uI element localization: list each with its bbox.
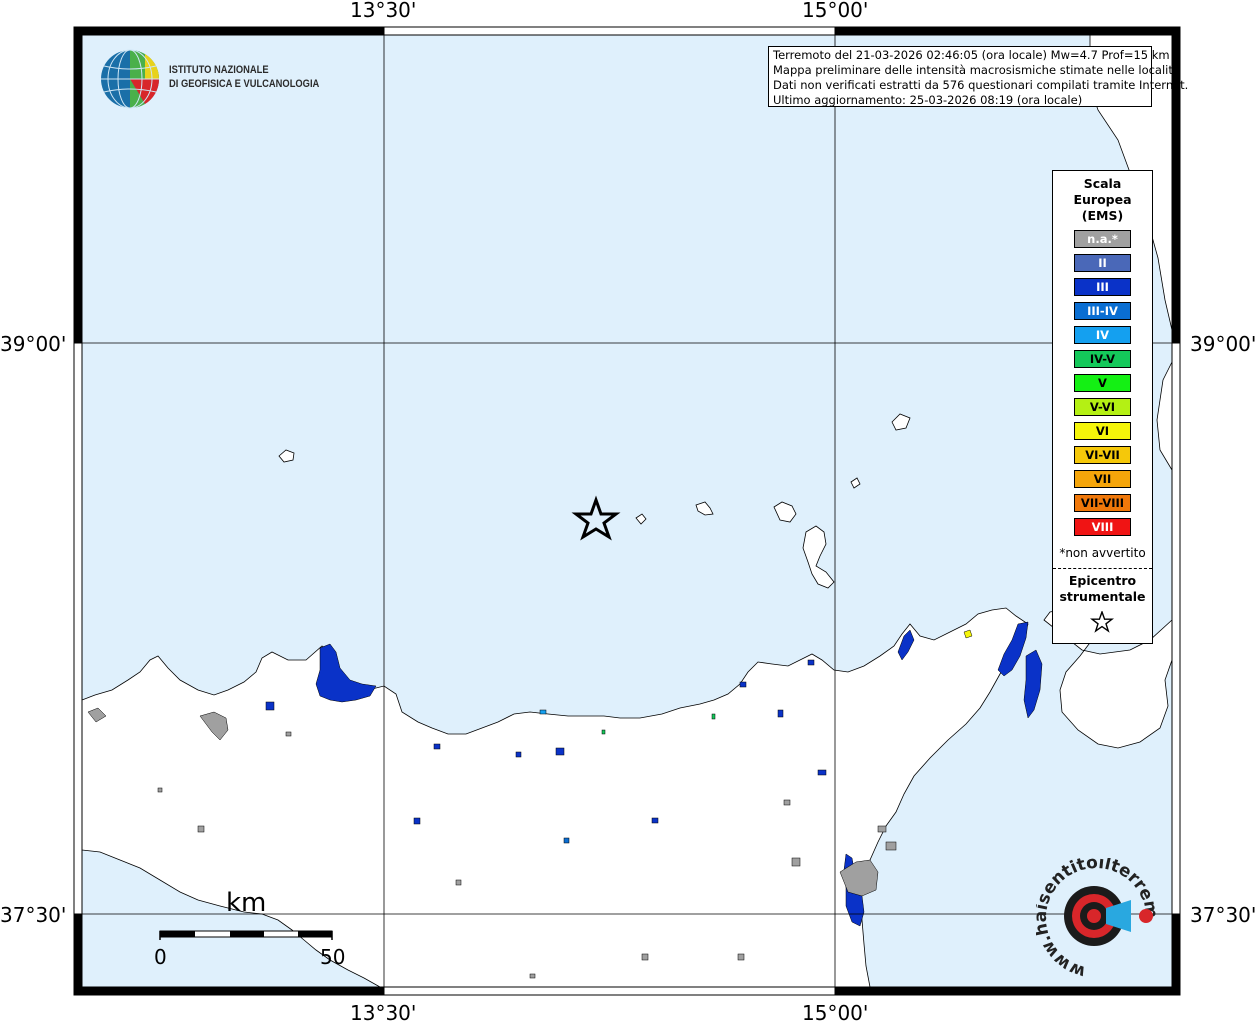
scale-end: 50 (320, 945, 346, 969)
scale-unit: km (226, 888, 267, 918)
legend-item-iii: III (1074, 278, 1131, 296)
legend-note: *non avvertito (1059, 546, 1146, 560)
legend-item-v-vi: V-VI (1074, 398, 1131, 416)
event-info-line1: Terremoto del 21-03-2026 02:46:05 (ora l… (773, 48, 1170, 62)
ingv-name-line2: DI GEOFISICA E VULCANOLOGIA (169, 78, 320, 90)
legend-item-vi-vii: VI-VII (1074, 446, 1131, 464)
legend-title-line1: Scala (1083, 176, 1122, 191)
legend-title-line3: (EMS) (1081, 208, 1124, 223)
event-info-line2: Mappa preliminare delle intensità macros… (773, 63, 1180, 77)
ingv-name: ISTITUTO NAZIONALE DI GEOFISICA E VULCAN… (169, 63, 319, 91)
legend-item-vii-viii: VII-VIII (1074, 494, 1131, 512)
left-tick-3730: 37°30' (0, 903, 67, 927)
legend-item-ii: II (1074, 254, 1131, 272)
legend-star-icon (1090, 611, 1114, 633)
legend-title: Scala Europea (EMS) (1053, 176, 1152, 224)
right-tick-3900: 39°00' (1190, 332, 1255, 356)
top-tick-1500: 15°00' (802, 0, 869, 22)
ingv-name-line1: ISTITUTO NAZIONALE (169, 64, 269, 76)
ingv-globe-logo (101, 49, 160, 109)
legend-item-vii: VII (1074, 470, 1131, 488)
right-tick-3730: 37°30' (1190, 903, 1255, 927)
legend-item-n-a: n.a.* (1074, 230, 1131, 248)
legend-separator (1053, 568, 1152, 569)
legend-item-viii: VIII (1074, 518, 1131, 536)
legend-title-line2: Europea (1073, 192, 1132, 207)
legend-epicentre-line1: Epicentro (1068, 573, 1137, 588)
legend-epicentre-line2: strumentale (1059, 589, 1146, 604)
legend-item-iv-v: IV-V (1074, 350, 1131, 368)
legend-item-iii-iv: III-IV (1074, 302, 1131, 320)
top-tick-1330: 13°30' (350, 0, 417, 22)
event-info-line4: Ultimo aggiornamento: 25-03-2026 08:19 (… (773, 93, 1083, 107)
event-info-box: Terremoto del 21-03-2026 02:46:05 (ora l… (768, 46, 1189, 107)
legend-item-vi: VI (1074, 422, 1131, 440)
left-tick-3900: 39°00' (0, 332, 67, 356)
ems-legend: Scala Europea (EMS) n.a.* II III III-IV IV IV… (1052, 170, 1153, 644)
legend-item-v: V (1074, 374, 1131, 392)
legend-item-iv: IV (1074, 326, 1131, 344)
bottom-tick-1330: 13°30' (350, 1001, 417, 1025)
hsit-logo: www.haisentitoilterremoto.it (1036, 858, 1156, 978)
bottom-tick-1500: 15°00' (802, 1001, 869, 1025)
legend-epicentre-label: Epicentro strumentale (1053, 573, 1152, 605)
scale-start: 0 (154, 945, 167, 969)
event-info-line3: Dati non verificati estratti da 576 ques… (773, 78, 1189, 92)
